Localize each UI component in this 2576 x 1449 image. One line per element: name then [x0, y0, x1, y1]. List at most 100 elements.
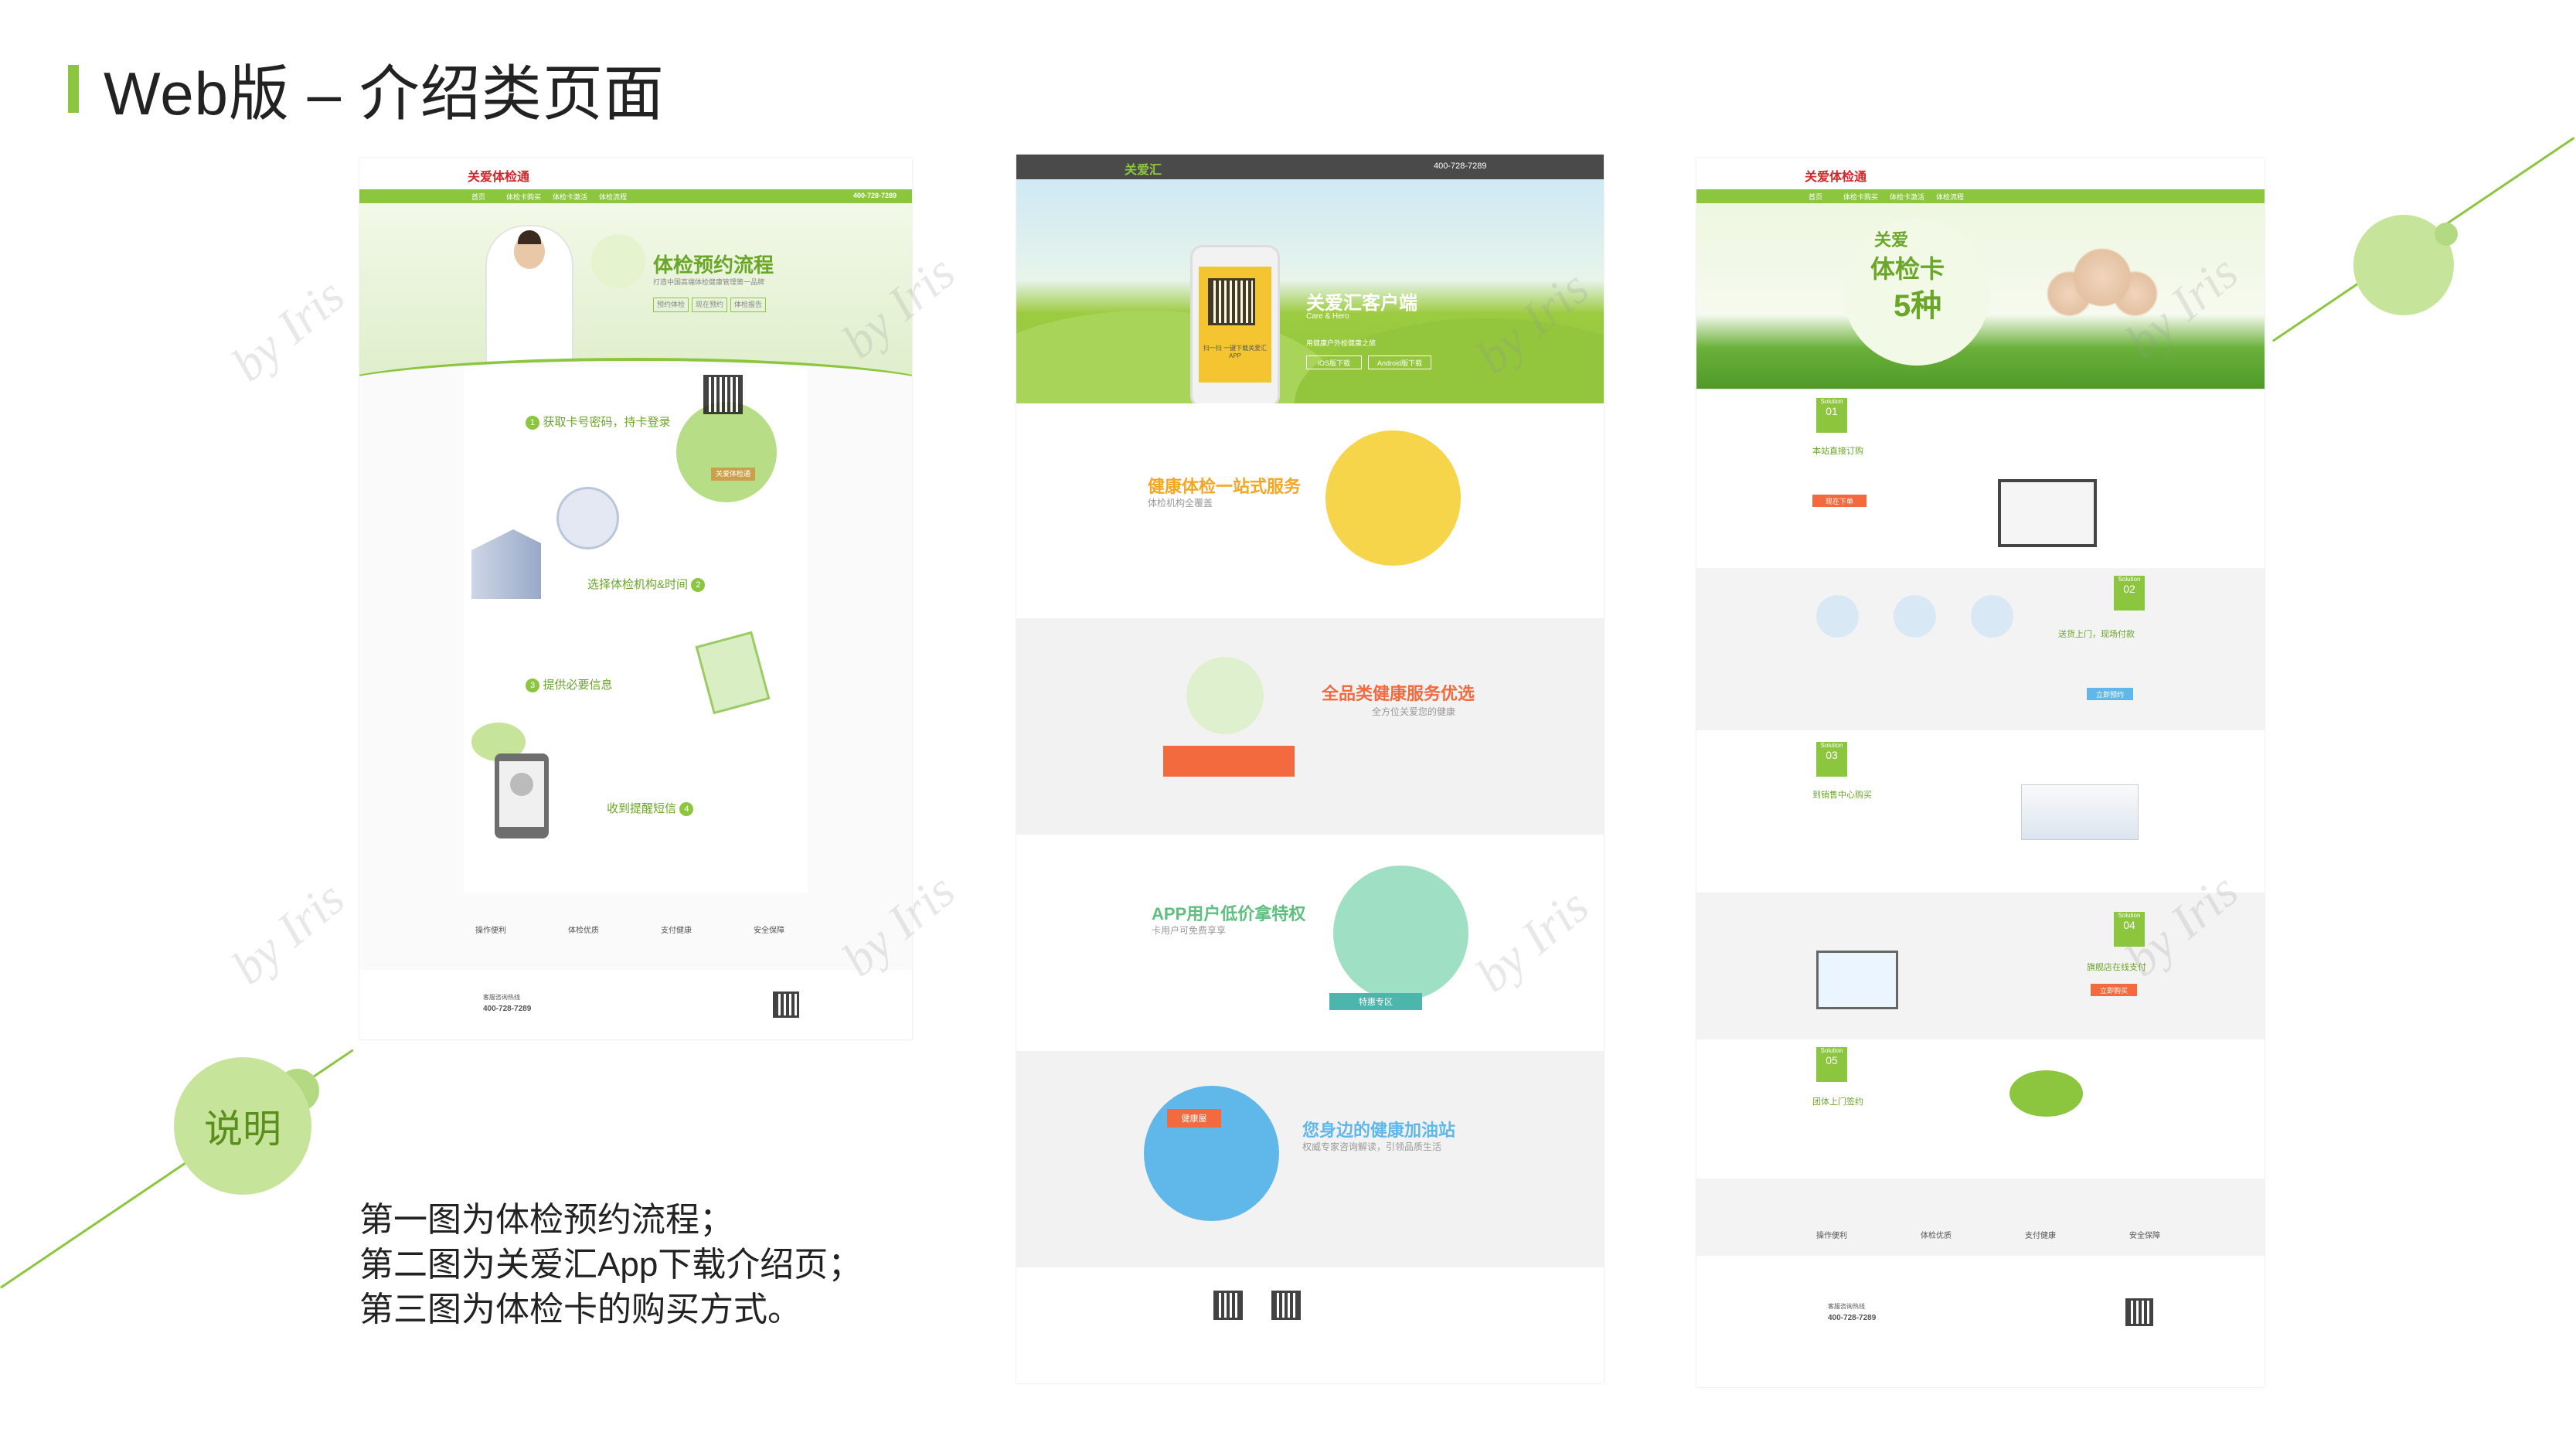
- doctor-illustration: [487, 226, 572, 381]
- page3-nav-buy[interactable]: 体检卡购买: [1843, 192, 1878, 202]
- page3-footer-phone-label: 客服咨询热线: [1828, 1303, 1865, 1310]
- step-2-calendar-circle: [556, 487, 619, 549]
- page1-steps-area: 1 获取卡号密码，持卡登录 关爱体检通 选择体检机构&时间 2 3 提供必要信息…: [464, 367, 808, 893]
- page1-nav-home[interactable]: 首页: [471, 192, 485, 202]
- step-3-number: 3: [526, 678, 539, 692]
- page2-section-4-title: 您身边的健康加油站: [1302, 1121, 1456, 1140]
- page3-monitor-illustration: [1998, 479, 2097, 547]
- page3-solution-1-button[interactable]: 现在下单: [1812, 495, 1866, 507]
- step-1-card-label: 关爱体检通: [711, 468, 756, 481]
- page1-nav-buy[interactable]: 体检卡购买: [506, 192, 541, 202]
- page1-hero-tag-3[interactable]: 体检报告: [730, 298, 767, 312]
- step-2: 选择体检机构&时间 2: [587, 576, 706, 592]
- page3-feature-2: 体检优质: [1921, 1232, 1952, 1240]
- step-1-number: 1: [526, 415, 539, 430]
- page3-solution-2-button[interactable]: 立即预约: [2087, 688, 2133, 700]
- page3-solution-5-num: 05: [1826, 1054, 1838, 1066]
- page1-footer-phone: 400-728-7289: [483, 1005, 532, 1013]
- page3-feature-3: 支付健康: [2025, 1232, 2056, 1240]
- description: 第一图为体检预约流程； 第二图为关爱汇App下载介绍页； 第三图为体检卡的购买方…: [359, 1198, 862, 1332]
- page3-footer: 客服咨询热线 400-728-7289: [1696, 1256, 2265, 1387]
- step-2-number: 2: [691, 577, 706, 592]
- page2-app-qr: [1208, 278, 1255, 325]
- page3-nav: 首页 体检卡购买 体检卡激活 体检流程: [1696, 189, 2265, 203]
- page2-topbar: 关爱汇 400-728-7289: [1016, 155, 1604, 179]
- page1-hero-tag-2[interactable]: 现在预约: [692, 298, 728, 312]
- screenshot-booking-process: 关爱体检通 首页 体检卡购买 体检卡激活 体检流程 400-728-7289 体…: [359, 158, 912, 1039]
- page2-footer-qr-2: [1271, 1291, 1301, 1320]
- description-line-2: 第二图为关爱汇App下载介绍页；: [359, 1246, 863, 1284]
- slide-title: Web版 – 介绍类页面: [68, 54, 665, 128]
- page3-team-illustration: [2009, 1070, 2083, 1117]
- step-4-phone-illustration: [495, 753, 549, 838]
- step-4-title: 收到提醒短信: [607, 802, 677, 815]
- step-3-title: 提供必要信息: [543, 679, 613, 692]
- page1-hero-tag-1[interactable]: 预约体检: [653, 298, 689, 312]
- page1-footer-phone-label: 客服咨询热线: [483, 994, 520, 1001]
- page3-solution-1-num: 01: [1826, 405, 1838, 417]
- page1-nav-activate[interactable]: 体检卡激活: [553, 192, 587, 202]
- page3-nav-process[interactable]: 体检流程: [1936, 192, 1964, 202]
- page1-header: 关爱体检通: [359, 158, 912, 189]
- page1-footer: 客服咨询热线 400-728-7289: [359, 970, 912, 1039]
- page3-solution-3-label: Solution: [1820, 742, 1843, 749]
- step-1-qr-circle: [676, 402, 777, 502]
- watermark-5: by Iris: [221, 870, 355, 995]
- slide-title-text: Web版 – 介绍类页面: [104, 60, 665, 128]
- page3-solution-1: Solution 01 本站直接订购 现在下单: [1696, 390, 2265, 568]
- page2-logo: 关爱汇: [1125, 164, 1162, 177]
- step-1: 1 获取卡号密码，持卡登录: [526, 413, 670, 430]
- page2-section-2: 全品类健康服务优选 全方位关爱您的健康: [1016, 618, 1604, 835]
- title-accent-bar: [68, 65, 79, 113]
- page1-feature-4: 安全保障: [754, 927, 784, 935]
- page2-android-download-button[interactable]: Android版下载: [1368, 355, 1431, 369]
- page3-solution-3-num: 03: [1826, 749, 1838, 761]
- page2-section-1: 健康体检一站式服务 体检机构全覆盖: [1016, 403, 1604, 597]
- page3-logo: 关爱体检通: [1805, 171, 1867, 184]
- page2-store-sign: 健康屋: [1167, 1109, 1221, 1128]
- page2-section-4-sub: 权威专家咨询解读，引领品质生活: [1302, 1141, 1442, 1152]
- page2-section-2-sub: 全方位关爱您的健康: [1372, 706, 1456, 717]
- page3-solution-3: Solution 03 到销售中心购买: [1696, 730, 2265, 893]
- page2-section-2-title: 全品类健康服务优选: [1322, 684, 1475, 703]
- step-4-number: 4: [679, 801, 694, 816]
- page3-solution-1-title: 本站直接订购: [1812, 447, 1863, 456]
- page1-hero-title: 体检预约流程: [653, 253, 774, 277]
- step-3-clipboard-illustration: [695, 631, 771, 715]
- page2-phone: 400-728-7289: [1434, 162, 1487, 171]
- step-1-title: 获取卡号密码，持卡登录: [543, 416, 671, 429]
- page3-solution-5: Solution 05 团体上门签约: [1696, 1039, 2265, 1179]
- page1-hero: 体检预约流程 打造中国高端体检健康管理第一品牌 预约体检 现在预约 体检报告: [359, 203, 912, 423]
- page3-solution-2-title: 送货上门，现场付款: [2058, 630, 2135, 639]
- page3-hero-title-1: 关爱: [1874, 230, 1909, 250]
- page2-section-3-sub: 卡用户可免费享享: [1152, 925, 1227, 936]
- decorative-circle-small: [2435, 223, 2458, 246]
- page3-nav-home[interactable]: 首页: [1809, 192, 1822, 202]
- page2-section-3-title: APP用户低价拿特权: [1152, 904, 1306, 923]
- description-line-3: 第三图为体检卡的购买方式。: [359, 1291, 801, 1328]
- page3-solution-5-label: Solution: [1820, 1047, 1843, 1054]
- page3-nav-activate[interactable]: 体检卡激活: [1890, 192, 1924, 202]
- page3-solution-4-button[interactable]: 立即购买: [2091, 984, 2137, 996]
- page1-nav-process[interactable]: 体检流程: [599, 192, 627, 202]
- watermark-1: by Iris: [221, 267, 355, 392]
- page3-feature-4: 安全保障: [2129, 1232, 2160, 1240]
- building-illustration: [471, 529, 541, 599]
- page1-nav: 首页 体检卡购买 体检卡激活 体检流程 400-728-7289: [359, 189, 912, 203]
- page2-section-1-title: 健康体检一站式服务: [1148, 477, 1302, 496]
- page3-solution-2-label: Solution: [2118, 576, 2141, 583]
- glowing-orb: [591, 234, 645, 288]
- page2-footer-qr-1: [1213, 1291, 1243, 1320]
- page1-nav-phone: 400-728-7289: [852, 192, 897, 199]
- page2-section-1-sub: 体检机构全覆盖: [1148, 498, 1213, 509]
- page2-hero-desc: 用健康户外检健康之旅: [1306, 339, 1376, 347]
- page2-hero-title: 关爱汇客户端: [1306, 293, 1417, 314]
- page1-footer-qr: [773, 992, 799, 1018]
- page1-logo: 关爱体检通: [468, 171, 530, 184]
- page3-counter-illustration: [2021, 784, 2139, 840]
- step-3: 3 提供必要信息: [526, 676, 612, 692]
- step-2-title: 选择体检机构&时间: [587, 578, 689, 591]
- page1-feature-1: 操作便利: [475, 927, 506, 935]
- page2-ios-download-button[interactable]: iOS版下载: [1306, 355, 1362, 369]
- page3-feature-1: 操作便利: [1816, 1232, 1847, 1240]
